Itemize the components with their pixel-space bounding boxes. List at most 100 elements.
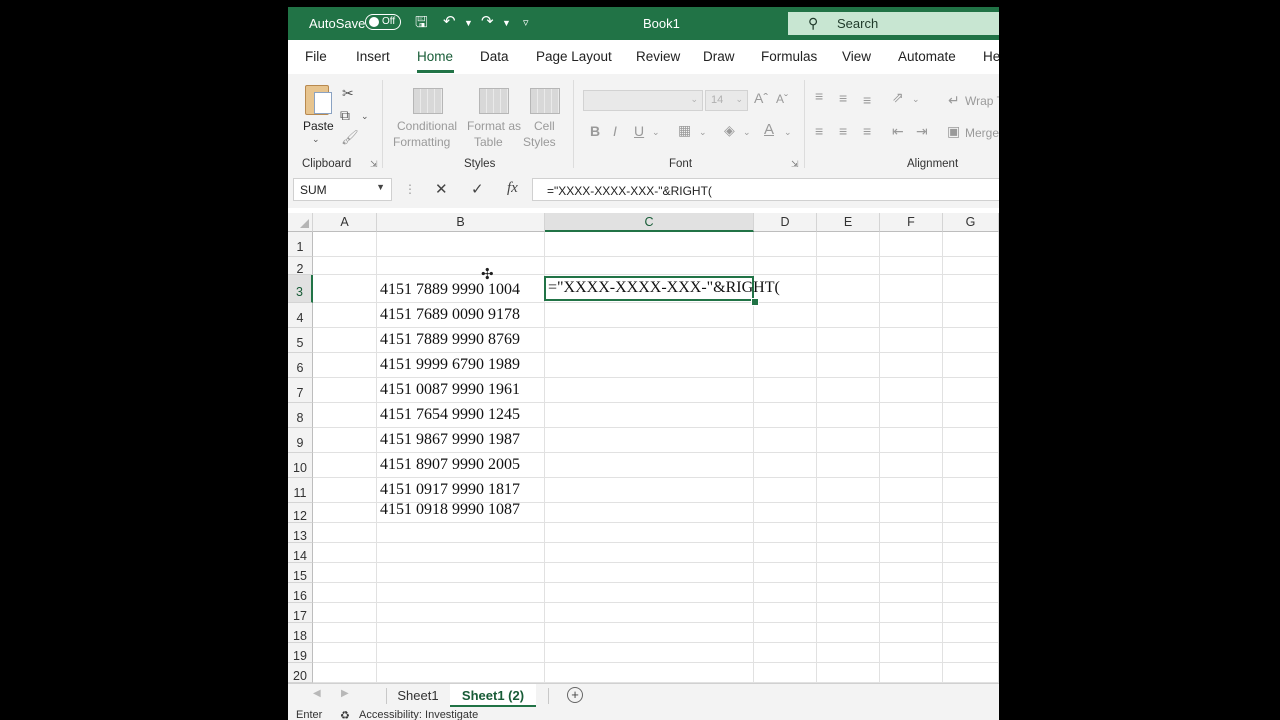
underline-icon[interactable]: U xyxy=(634,123,644,139)
row-header-6[interactable]: 6 xyxy=(288,353,313,378)
tab-file[interactable]: File xyxy=(305,49,327,64)
cell-b12[interactable]: 4151 0918 9990 1087 xyxy=(380,501,520,519)
row-header-2[interactable]: 2 xyxy=(288,257,313,276)
underline-dropdown-icon[interactable]: ⌄ xyxy=(652,127,660,138)
column-header-b[interactable]: B xyxy=(377,213,545,232)
cell-b10[interactable]: 4151 8907 9990 2005 xyxy=(380,456,520,474)
autosave-toggle[interactable]: Off xyxy=(365,14,401,30)
sheet-tab-sheet1[interactable]: Sheet1 xyxy=(390,684,446,708)
align-top-icon[interactable]: ≡ xyxy=(815,88,823,104)
copy-icon[interactable]: ⧉ xyxy=(340,107,350,124)
borders-icon[interactable]: ▦ xyxy=(678,122,691,139)
tab-formulas[interactable]: Formulas xyxy=(761,49,817,64)
copy-dropdown-icon[interactable]: ⌄ xyxy=(361,111,369,122)
row-header-9[interactable]: 9 xyxy=(288,428,313,453)
font-name-combo[interactable]: ⌄ xyxy=(583,90,703,111)
column-header-f[interactable]: F xyxy=(880,213,943,232)
merge-label[interactable]: Merge xyxy=(965,126,999,140)
accessibility-icon[interactable]: ♻ xyxy=(340,709,350,720)
column-header-e[interactable]: E xyxy=(817,213,880,232)
clipboard-launcher-icon[interactable]: ⇲ xyxy=(370,159,378,170)
align-right-icon[interactable]: ≡ xyxy=(863,123,871,139)
decrease-font-size-icon[interactable]: Aˇ xyxy=(776,92,788,106)
borders-dropdown-icon[interactable]: ⌄ xyxy=(699,127,707,138)
orientation-icon[interactable]: ⇗ xyxy=(892,89,904,106)
active-cell-editor[interactable]: ="XXXX-XXXX-XXX-"&RIGHT( xyxy=(548,279,780,297)
scroll-left-icon[interactable]: ◀ xyxy=(313,688,321,699)
tab-home[interactable]: Home xyxy=(417,49,453,64)
tab-insert[interactable]: Insert xyxy=(356,49,390,64)
row-header-5[interactable]: 5 xyxy=(288,328,313,353)
cell-b8[interactable]: 4151 7654 9990 1245 xyxy=(380,406,520,424)
row-header-8[interactable]: 8 xyxy=(288,403,313,428)
align-bottom-icon[interactable]: ≡ xyxy=(863,92,871,108)
align-center-icon[interactable]: ≡ xyxy=(839,123,847,139)
worksheet-grid[interactable]: ABCDEFG 1 2 3 4 5 6 7 8 9 10 11 12 13 14 15 16 17 18 19 20 … xyxy=(288,213,999,683)
search-box[interactable]: ⚲ Search xyxy=(788,12,999,35)
row-header-18[interactable]: 18 xyxy=(288,623,313,643)
tab-page-layout[interactable]: Page Layout xyxy=(536,49,612,64)
row-header-14[interactable]: 14 xyxy=(288,543,313,563)
column-header-a[interactable]: A xyxy=(313,213,377,232)
row-header-4[interactable]: 4 xyxy=(288,303,313,328)
tab-help[interactable]: He xyxy=(983,49,999,64)
add-sheet-button[interactable]: + xyxy=(567,687,583,703)
redo-dropdown-icon[interactable]: ▼ xyxy=(502,18,511,28)
font-launcher-icon[interactable]: ⇲ xyxy=(791,159,799,170)
row-header-19[interactable]: 19 xyxy=(288,643,313,663)
align-left-icon[interactable]: ≡ xyxy=(815,123,823,139)
row-header-16[interactable]: 16 xyxy=(288,583,313,603)
select-all-corner[interactable] xyxy=(288,213,313,232)
redo-icon[interactable]: ↷ xyxy=(481,12,494,30)
fill-handle[interactable] xyxy=(751,298,759,306)
column-header-c[interactable]: C xyxy=(545,213,754,232)
row-header-1[interactable]: 1 xyxy=(288,232,313,257)
name-box[interactable]: SUM ▼ xyxy=(293,178,392,201)
orientation-dropdown-icon[interactable]: ⌄ xyxy=(912,94,920,105)
tab-view[interactable]: View xyxy=(842,49,871,64)
cell-b3[interactable]: 4151 7889 9990 1004 xyxy=(380,281,520,299)
row-header-11[interactable]: 11 xyxy=(288,478,313,503)
insert-function-icon[interactable]: fx xyxy=(507,180,518,197)
font-color-icon[interactable]: A xyxy=(764,121,774,138)
column-header-d[interactable]: D xyxy=(754,213,817,232)
enter-icon[interactable]: ✓ xyxy=(471,180,484,198)
scroll-right-icon[interactable]: ▶ xyxy=(341,688,349,699)
row-header-3[interactable]: 3 xyxy=(288,275,313,303)
cell-b7[interactable]: 4151 0087 9990 1961 xyxy=(380,381,520,399)
name-box-dropdown-icon[interactable]: ▼ xyxy=(376,182,385,192)
fill-color-icon[interactable]: ◈ xyxy=(724,122,735,139)
merge-icon[interactable]: ▣ xyxy=(947,123,960,140)
wrap-text-label[interactable]: Wrap T xyxy=(965,94,999,108)
column-header-g[interactable]: G xyxy=(943,213,999,232)
font-size-combo[interactable]: 14 ⌄ xyxy=(705,90,748,111)
undo-icon[interactable]: ↶ xyxy=(443,12,456,30)
cancel-icon[interactable]: ✕ xyxy=(435,180,448,198)
cell-b6[interactable]: 4151 9999 6790 1989 xyxy=(380,356,520,374)
font-color-dropdown-icon[interactable]: ⌄ xyxy=(784,127,792,138)
cell-b11[interactable]: 4151 0917 9990 1817 xyxy=(380,481,520,499)
row-header-17[interactable]: 17 xyxy=(288,603,313,623)
tab-data[interactable]: Data xyxy=(480,49,509,64)
cell-b5[interactable]: 4151 7889 9990 8769 xyxy=(380,331,520,349)
undo-dropdown-icon[interactable]: ▼ xyxy=(464,18,473,28)
fill-color-dropdown-icon[interactable]: ⌄ xyxy=(743,127,751,138)
increase-indent-icon[interactable]: ⇥ xyxy=(916,123,928,140)
italic-icon[interactable]: I xyxy=(613,123,617,139)
row-header-7[interactable]: 7 xyxy=(288,378,313,403)
tab-automate[interactable]: Automate xyxy=(898,49,956,64)
formula-input[interactable]: ="XXXX-XXXX-XXX-"&RIGHT( xyxy=(532,178,999,201)
customize-toolbar-icon[interactable]: ▿ xyxy=(523,16,529,29)
sheet-tab-sheet1-2[interactable]: Sheet1 (2) xyxy=(450,684,536,708)
row-header-12[interactable]: 12 xyxy=(288,503,313,523)
row-header-13[interactable]: 13 xyxy=(288,523,313,543)
save-icon[interactable]: 🖫 xyxy=(415,12,428,37)
tab-review[interactable]: Review xyxy=(636,49,680,64)
bold-icon[interactable]: B xyxy=(590,123,600,139)
wrap-text-icon[interactable]: ↵ xyxy=(948,92,960,109)
cell-b4[interactable]: 4151 7689 0090 9178 xyxy=(380,306,520,324)
format-painter-icon[interactable]: 🖌 xyxy=(341,129,359,146)
increase-font-size-icon[interactable]: Aˆ xyxy=(754,90,768,106)
row-header-10[interactable]: 10 xyxy=(288,453,313,478)
cell-b9[interactable]: 4151 9867 9990 1987 xyxy=(380,431,520,449)
